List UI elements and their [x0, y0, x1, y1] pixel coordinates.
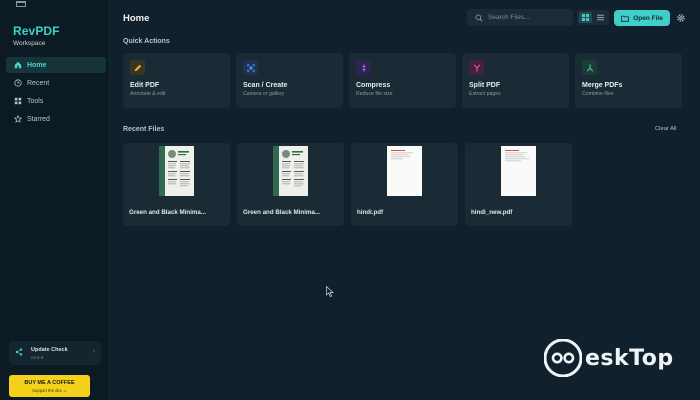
sidebar-item-starred[interactable]: Starred	[6, 111, 106, 127]
file-thumbnail	[237, 143, 344, 199]
sidebar-item-label: Home	[27, 61, 47, 69]
sidebar-item-tools[interactable]: Tools	[6, 93, 106, 109]
list-view-icon	[597, 14, 604, 21]
clock-icon	[13, 79, 22, 88]
app-subtitle: Workspace	[13, 40, 46, 47]
recent-file-card[interactable]: Green and Black Minima...	[237, 143, 344, 226]
sidebar-nav: Home Recent Tools Starred	[6, 57, 106, 129]
recent-files-heading: Recent Files	[123, 126, 165, 133]
watermark-text: eskTop	[585, 345, 674, 371]
compress-card[interactable]: Compress Reduce file size	[349, 53, 456, 108]
qa-subtitle: Extract pages	[469, 91, 501, 97]
search-input[interactable]	[488, 14, 568, 21]
merge-pdfs-card[interactable]: Merge PDFs Combine files	[575, 53, 682, 108]
update-version: v4.5.0	[31, 354, 44, 360]
scan-create-card[interactable]: Scan / Create Camera or gallery	[236, 53, 343, 108]
view-toggle	[577, 10, 609, 25]
recent-file-card[interactable]: hindi_new.pdf	[465, 143, 572, 226]
chevron-right-icon: ›	[93, 349, 95, 355]
window-icon[interactable]	[16, 1, 26, 7]
app-title: RevPDF	[13, 24, 60, 38]
resume-thumbnail	[273, 146, 308, 196]
file-thumbnail	[351, 143, 458, 199]
qa-subtitle: Reduce file size	[356, 91, 393, 97]
qa-title: Scan / Create	[243, 82, 288, 89]
grid-view-button[interactable]	[579, 12, 592, 23]
sidebar-item-label: Tools	[27, 97, 44, 105]
brand: RevPDF Workspace	[13, 24, 60, 47]
qa-title: Split PDF	[469, 82, 501, 89]
sidebar-item-label: Recent	[27, 79, 50, 87]
qa-subtitle: Annotate & edit	[130, 91, 166, 97]
open-file-button[interactable]: Open File	[614, 10, 670, 26]
sidebar: RevPDF Workspace Home Recent Tools Starr…	[0, 0, 110, 400]
grid-view-icon	[582, 14, 589, 21]
split-icon	[469, 60, 484, 75]
scan-icon	[243, 60, 258, 75]
file-name: Green and Black Minima...	[243, 209, 321, 216]
update-check-button[interactable]: Update Check v4.5.0 ›	[9, 341, 101, 365]
mouse-cursor-icon	[326, 286, 334, 297]
sidebar-item-home[interactable]: Home	[6, 57, 106, 73]
desktop-logo-icon	[544, 339, 582, 377]
recent-file-card[interactable]: Green and Black Minima...	[123, 143, 230, 226]
home-icon	[13, 61, 22, 70]
search-box[interactable]	[467, 9, 573, 26]
qa-subtitle: Combine files	[582, 91, 614, 97]
quick-actions-heading: Quick Actions	[123, 38, 170, 45]
qa-title: Merge PDFs	[582, 82, 623, 89]
qa-subtitle: Camera or gallery	[243, 91, 285, 97]
edit-icon	[130, 60, 145, 75]
edit-pdf-card[interactable]: Edit PDF Annotate & edit	[123, 53, 230, 108]
open-file-label: Open File	[633, 14, 663, 22]
gear-icon[interactable]	[676, 13, 686, 23]
file-name: hindi_new.pdf	[471, 209, 513, 216]
star-icon	[13, 115, 22, 124]
merge-icon	[582, 60, 597, 75]
folder-icon	[621, 15, 630, 22]
list-view-button[interactable]	[594, 12, 607, 23]
document-thumbnail	[387, 146, 422, 196]
file-thumbnail	[465, 143, 572, 199]
share-icon	[15, 348, 23, 358]
sidebar-item-recent[interactable]: Recent	[6, 75, 106, 91]
compress-icon	[356, 60, 371, 75]
page-title: Home	[123, 13, 150, 24]
coffee-title: BUY ME A COFFEE	[24, 379, 75, 386]
sidebar-item-label: Starred	[27, 115, 50, 123]
file-thumbnail	[123, 143, 230, 199]
document-thumbnail	[501, 146, 536, 196]
grid-icon	[13, 97, 22, 106]
split-pdf-card[interactable]: Split PDF Extract pages	[462, 53, 569, 108]
update-title: Update Check	[31, 346, 68, 353]
coffee-subtitle: Support the dev ☕	[32, 387, 67, 393]
clear-all-button[interactable]: Clear All	[655, 126, 677, 132]
recent-file-card[interactable]: hindi.pdf	[351, 143, 458, 226]
qa-title: Compress	[356, 82, 391, 89]
file-name: Green and Black Minima...	[129, 209, 207, 216]
resume-thumbnail	[159, 146, 194, 196]
search-icon	[475, 14, 483, 22]
file-name: hindi.pdf	[357, 209, 384, 216]
buy-me-a-coffee-button[interactable]: BUY ME A COFFEE Support the dev ☕	[9, 375, 90, 397]
watermark: eskTop	[544, 339, 674, 377]
qa-title: Edit PDF	[130, 82, 160, 89]
